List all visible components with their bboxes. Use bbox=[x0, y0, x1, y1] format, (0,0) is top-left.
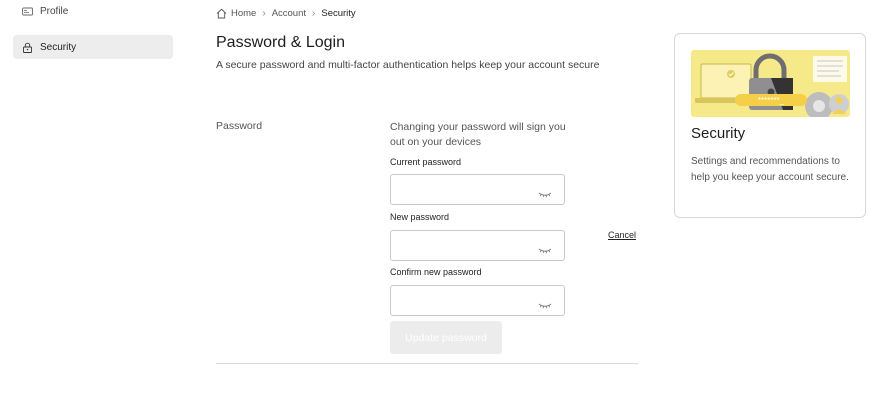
current-password-input[interactable] bbox=[399, 181, 533, 201]
card-title: Security bbox=[691, 125, 746, 142]
current-password-field[interactable] bbox=[390, 174, 565, 205]
id-card-icon bbox=[22, 6, 33, 17]
page-subtitle: A secure password and multi-factor authe… bbox=[216, 59, 600, 71]
confirm-password-input[interactable] bbox=[399, 292, 533, 312]
eye-closed-icon[interactable] bbox=[538, 242, 552, 254]
password-section-label: Password bbox=[216, 120, 263, 132]
confirm-password-label: Confirm new password bbox=[390, 267, 482, 277]
confirm-password-field[interactable] bbox=[390, 285, 565, 316]
sidebar-item-profile[interactable]: Profile bbox=[13, 0, 173, 22]
home-icon bbox=[216, 8, 227, 19]
sidebar-item-label: Security bbox=[40, 41, 77, 53]
illustration-password-mask: *******_ bbox=[758, 96, 785, 105]
section-divider bbox=[216, 363, 638, 364]
breadcrumb: Home › Account › Security bbox=[216, 6, 356, 20]
breadcrumb-account[interactable]: Account bbox=[272, 8, 306, 19]
eye-closed-icon[interactable] bbox=[538, 297, 552, 309]
update-password-button[interactable]: Update password bbox=[390, 321, 502, 354]
new-password-field[interactable] bbox=[390, 230, 565, 261]
sidebar-item-security[interactable]: Security bbox=[13, 35, 173, 59]
eye-closed-icon[interactable] bbox=[538, 186, 552, 198]
current-password-label: Current password bbox=[390, 157, 462, 167]
chevron-right-icon: › bbox=[262, 7, 266, 19]
card-description: Settings and recommendations to help you… bbox=[691, 156, 849, 183]
security-illustration: *******_ bbox=[691, 50, 850, 117]
sidebar-item-label: Profile bbox=[40, 5, 69, 17]
lock-icon bbox=[22, 42, 33, 53]
breadcrumb-home[interactable]: Home bbox=[231, 8, 256, 19]
password-warning: Changing your password will sign you out… bbox=[390, 121, 566, 148]
chevron-right-icon: › bbox=[312, 7, 316, 19]
security-card[interactable]: *******_ Security Settings and recommend… bbox=[674, 33, 866, 218]
new-password-label: New password bbox=[390, 212, 450, 222]
breadcrumb-current: Security bbox=[321, 7, 356, 19]
cancel-link[interactable]: Cancel bbox=[608, 230, 636, 240]
page-title: Password & Login bbox=[216, 34, 345, 51]
new-password-input[interactable] bbox=[399, 237, 533, 257]
